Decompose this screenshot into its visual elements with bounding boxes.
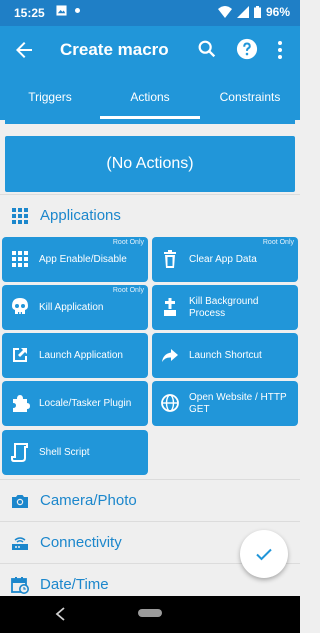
- action-app-enable-disable[interactable]: App Enable/Disable Root Only: [2, 237, 148, 282]
- apps-grid-icon: [12, 207, 28, 224]
- grid-icon: [12, 251, 28, 267]
- action-open-website-http-get[interactable]: Open Website / HTTP GET: [152, 381, 298, 426]
- save-macro-fab[interactable]: [240, 530, 288, 578]
- calendar-clock-icon: [11, 576, 29, 594]
- skull-icon: [12, 298, 28, 314]
- action-label: Launch Application: [39, 349, 123, 361]
- no-actions-box: (No Actions): [5, 136, 295, 192]
- action-label: Kill Background Process: [189, 295, 259, 319]
- nav-back-icon[interactable]: [54, 607, 68, 621]
- root-only-badge: Root Only: [112, 287, 144, 294]
- help-icon[interactable]: [236, 38, 258, 60]
- previous-item-edge: [5, 120, 295, 124]
- search-icon[interactable]: [196, 38, 218, 60]
- actions-list[interactable]: (No Actions) Applications App Enable/Dis…: [0, 120, 300, 596]
- action-launch-shortcut[interactable]: Launch Shortcut: [152, 333, 298, 378]
- status-time: 15:25: [14, 6, 45, 20]
- category-applications[interactable]: Applications: [0, 194, 300, 236]
- router-icon: [12, 536, 28, 550]
- tab-actions[interactable]: Actions: [100, 74, 200, 120]
- root-only-badge: Root Only: [112, 239, 144, 246]
- app-bar: Create macro: [0, 26, 300, 74]
- launch-icon: [13, 348, 27, 362]
- action-shell-script[interactable]: Shell Script: [2, 430, 148, 475]
- signal-icon: [236, 6, 249, 18]
- category-label: Camera/Photo: [40, 492, 137, 509]
- system-nav-bar: [0, 596, 300, 633]
- category-label: Date/Time: [40, 576, 109, 593]
- dot-notification-icon: [75, 8, 80, 13]
- back-arrow-icon[interactable]: [12, 38, 36, 62]
- tab-bar: Triggers Actions Constraints: [0, 74, 300, 120]
- trash-icon: [164, 250, 176, 268]
- tab-triggers[interactable]: Triggers: [0, 74, 100, 120]
- script-icon: [11, 443, 28, 462]
- status-bar: 15:25 96%: [0, 0, 300, 26]
- wifi-icon: [217, 6, 232, 18]
- action-launch-application[interactable]: Launch Application: [2, 333, 148, 378]
- tab-constraints[interactable]: Constraints: [200, 74, 300, 120]
- battery-icon: [253, 6, 261, 18]
- puzzle-icon: [13, 395, 30, 412]
- nav-home-pill[interactable]: [138, 609, 162, 617]
- tab-indicator: [100, 116, 200, 119]
- checkmark-icon: [256, 548, 272, 561]
- action-kill-background-process[interactable]: Kill Background Process: [152, 285, 298, 330]
- action-label: Launch Shortcut: [189, 349, 262, 361]
- action-label: Open Website / HTTP GET: [189, 391, 287, 415]
- category-label: Applications: [40, 207, 121, 224]
- action-label: Locale/Tasker Plugin: [39, 397, 132, 409]
- image-notification-icon: [56, 5, 67, 16]
- camera-icon: [12, 494, 28, 508]
- root-only-badge: Root Only: [262, 239, 294, 246]
- battery-percent: 96%: [265, 5, 290, 19]
- page-title: Create macro: [60, 40, 169, 59]
- action-label: Shell Script: [39, 446, 90, 458]
- category-camera-photo[interactable]: Camera/Photo: [0, 479, 300, 521]
- share-arrow-icon: [162, 349, 178, 362]
- more-options-icon[interactable]: [272, 38, 288, 62]
- tombstone-icon: [164, 298, 176, 316]
- action-clear-app-data[interactable]: Clear App Data Root Only: [152, 237, 298, 282]
- category-label: Connectivity: [40, 534, 122, 551]
- action-locale-tasker-plugin[interactable]: Locale/Tasker Plugin: [2, 381, 148, 426]
- action-kill-application[interactable]: Kill Application Root Only: [2, 285, 148, 330]
- globe-icon: [161, 394, 179, 412]
